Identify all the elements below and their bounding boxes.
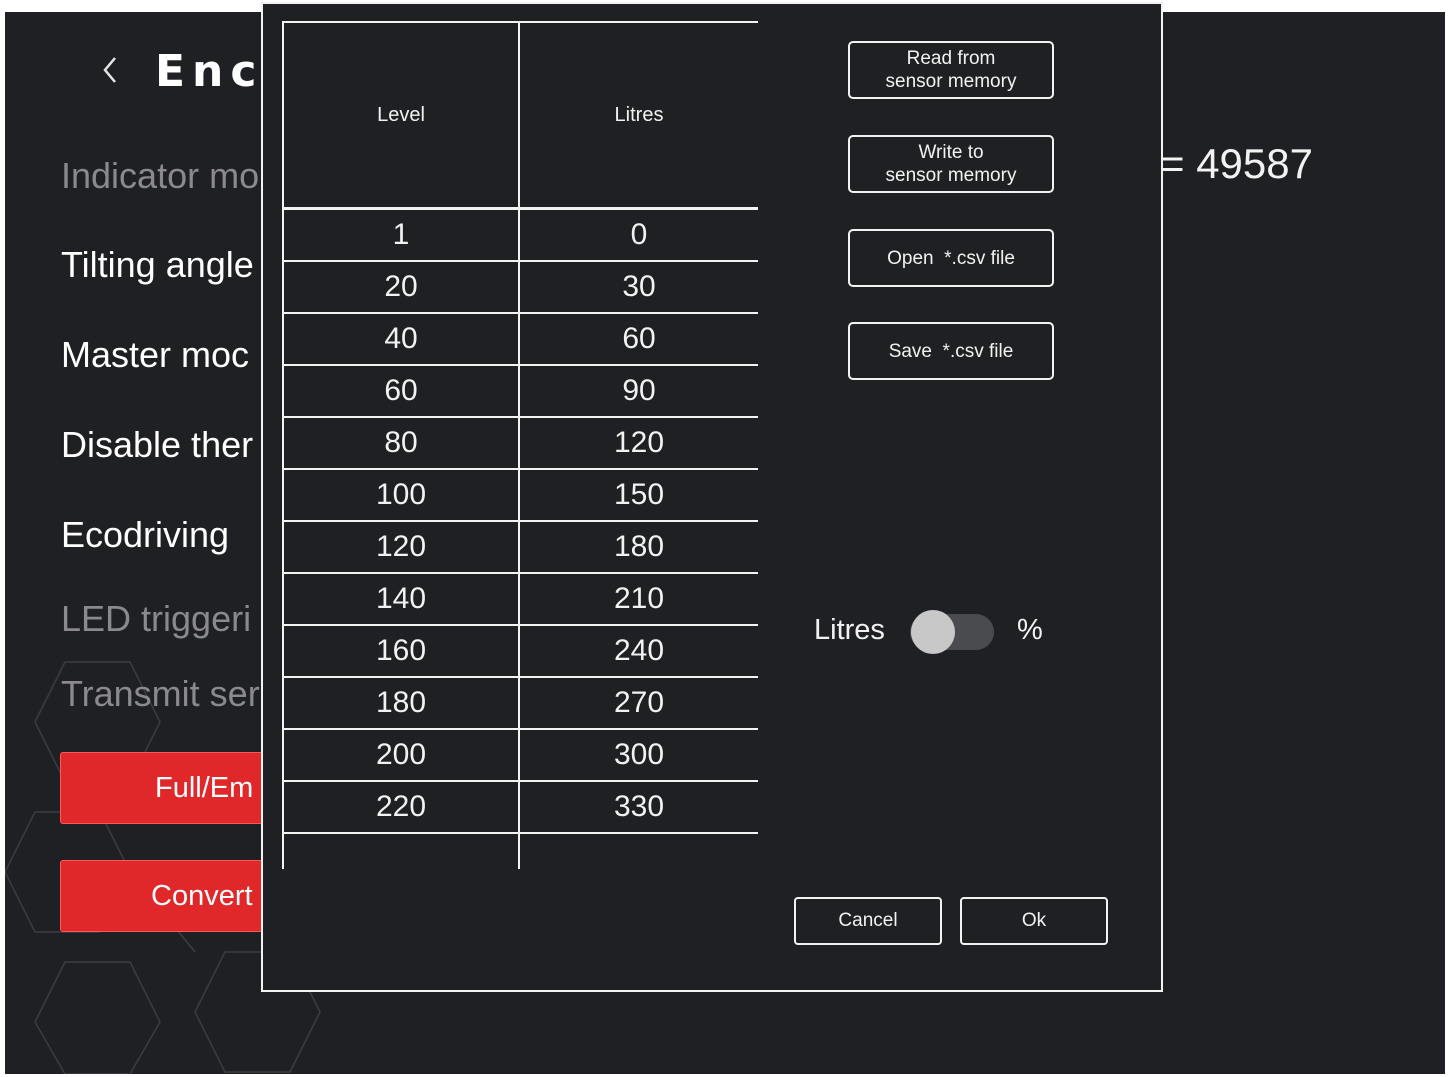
- write-to-sensor-memory-button[interactable]: Write to sensor memory: [848, 135, 1054, 193]
- table-row: 120 180: [282, 520, 758, 574]
- cancel-button[interactable]: Cancel: [794, 897, 942, 945]
- table-row: 20 30: [282, 260, 758, 314]
- level-cell[interactable]: 80: [282, 416, 520, 470]
- column-header-level[interactable]: Level: [282, 21, 520, 210]
- litres-cell[interactable]: 0: [518, 207, 758, 262]
- read-from-sensor-memory-button[interactable]: Read from sensor memory: [848, 41, 1054, 99]
- table-row: [282, 832, 758, 869]
- setting-ecodriving-label: Ecodriving: [61, 514, 230, 555]
- level-cell[interactable]: 40: [282, 312, 520, 366]
- write-button-line2: sensor memory: [885, 165, 1017, 186]
- calibration-table: Level Litres 10 20 30 40 60 60 90 80 120 100…: [282, 21, 758, 869]
- calibration-table-dialog: Level Litres 10 20 30 40 60 60 90 80 120 100…: [261, 2, 1163, 992]
- level-cell[interactable]: 200: [282, 728, 520, 782]
- toggle-litres-label: Litres: [814, 614, 885, 646]
- level-cell[interactable]: 1: [282, 207, 520, 262]
- level-cell[interactable]: 220: [282, 780, 520, 834]
- toggle-percent-label: %: [1017, 614, 1043, 646]
- column-header-litres[interactable]: Litres: [518, 21, 758, 210]
- table-row: 160 240: [282, 624, 758, 678]
- table-row: 40 60: [282, 312, 758, 366]
- level-cell[interactable]: 120: [282, 520, 520, 574]
- level-cell[interactable]: 140: [282, 572, 520, 626]
- litres-cell[interactable]: 90: [518, 364, 758, 418]
- table-row: 60 90: [282, 364, 758, 418]
- read-button-label: Read from sensor memory: [886, 47, 1017, 93]
- litres-cell[interactable]: 210: [518, 572, 758, 626]
- setting-tilting-angle-label: Tilting angle: [61, 244, 254, 285]
- level-cell[interactable]: 20: [282, 260, 520, 314]
- table-row: 10: [282, 207, 758, 262]
- ok-button[interactable]: Ok: [960, 897, 1108, 945]
- save-csv-button[interactable]: Save *.csv file: [848, 322, 1054, 380]
- litres-cell[interactable]: 240: [518, 624, 758, 678]
- litres-cell[interactable]: 270: [518, 676, 758, 730]
- back-chevron-icon[interactable]: [97, 50, 123, 90]
- read-button-line1: Read from: [906, 48, 996, 69]
- setting-indicator-mode-label: Indicator mo: [61, 155, 260, 196]
- level-cell[interactable]: 160: [282, 624, 520, 678]
- litres-cell[interactable]: 300: [518, 728, 758, 782]
- level-cell[interactable]: 60: [282, 364, 520, 418]
- table-row: 200 300: [282, 728, 758, 782]
- unit-toggle-row: Litres %: [814, 606, 1074, 656]
- table-row: 180 270: [282, 676, 758, 730]
- read-button-line2: sensor memory: [885, 71, 1017, 92]
- level-cell[interactable]: 100: [282, 468, 520, 522]
- table-row: 220 330: [282, 780, 758, 834]
- litres-cell[interactable]: [518, 832, 758, 869]
- setting-master-mode-label: Master moc: [61, 334, 250, 375]
- value-readout: = 49587: [1160, 140, 1313, 187]
- setting-led-triggering-label: LED triggeri: [61, 598, 252, 639]
- table-row: 80 120: [282, 416, 758, 470]
- level-cell[interactable]: [282, 832, 520, 869]
- table-row: 140 210: [282, 572, 758, 626]
- litres-cell[interactable]: 120: [518, 416, 758, 470]
- open-csv-button[interactable]: Open *.csv file: [848, 229, 1054, 287]
- setting-transmit-label: Transmit ser: [61, 673, 260, 714]
- write-button-line1: Write to: [918, 142, 984, 163]
- setting-disable-thermal-label: Disable ther: [61, 424, 254, 465]
- litres-cell[interactable]: 150: [518, 468, 758, 522]
- level-cell[interactable]: 180: [282, 676, 520, 730]
- write-button-label: Write to sensor memory: [886, 141, 1017, 187]
- unit-toggle-knob[interactable]: [911, 610, 955, 654]
- litres-cell[interactable]: 60: [518, 312, 758, 366]
- litres-cell[interactable]: 30: [518, 260, 758, 314]
- page-title: Enc: [155, 46, 264, 97]
- table-row: 100 150: [282, 468, 758, 522]
- calibration-table-scroll-area[interactable]: Level Litres 10 20 30 40 60 60 90 80 120 100…: [282, 21, 758, 869]
- litres-cell[interactable]: 330: [518, 780, 758, 834]
- litres-cell[interactable]: 180: [518, 520, 758, 574]
